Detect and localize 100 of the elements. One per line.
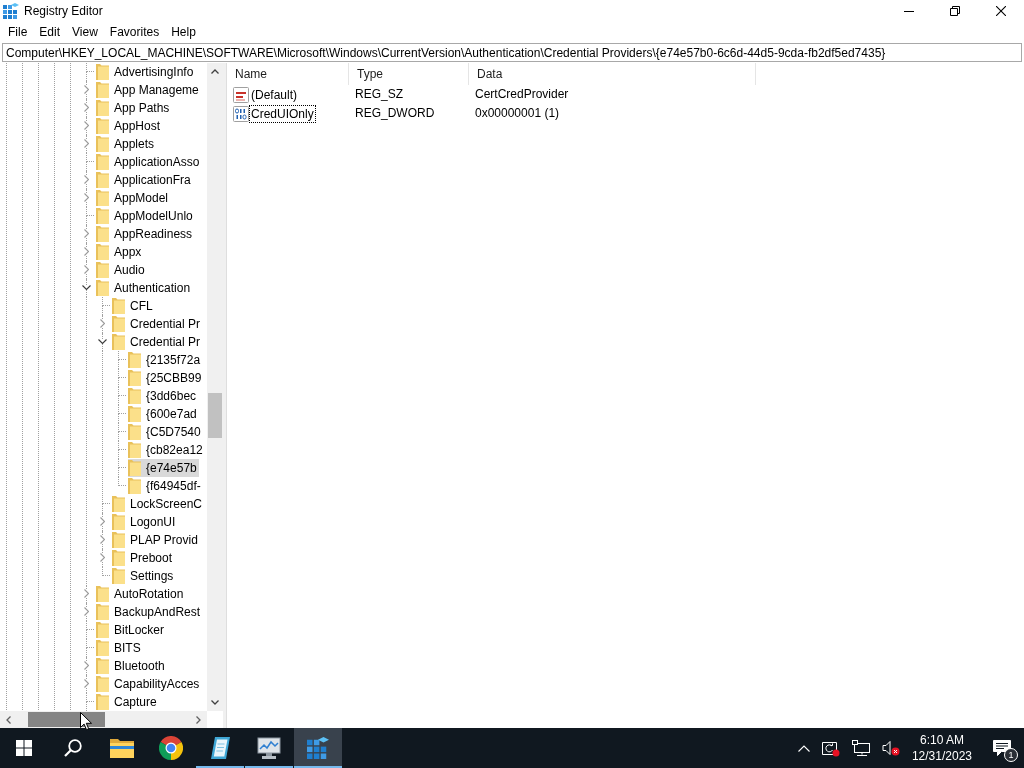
chevron-right-icon[interactable]: [83, 139, 89, 148]
folder-icon: [96, 82, 109, 98]
tree-item[interactable]: BITS: [96, 639, 143, 657]
chevron-right-icon[interactable]: [83, 103, 89, 112]
tree-item[interactable]: Credential Pr: [112, 333, 203, 351]
chevron-right-icon[interactable]: [83, 247, 89, 256]
scroll-down-icon[interactable]: [211, 700, 219, 705]
folder-icon: [110, 738, 134, 758]
chevron-right-icon[interactable]: [99, 553, 105, 562]
tree-item[interactable]: {f64945df-: [128, 477, 203, 495]
folder-icon: [112, 316, 125, 332]
tree-item[interactable]: LockScreenC: [112, 495, 205, 513]
tree-item[interactable]: PLAP Provid: [112, 531, 200, 549]
menu-item[interactable]: View: [66, 23, 104, 41]
tree-item[interactable]: {25CBB99: [128, 369, 204, 387]
folder-icon: [96, 622, 109, 638]
chevron-right-icon[interactable]: [99, 535, 105, 544]
chevron-down-icon[interactable]: [97, 339, 107, 344]
tree-item[interactable]: {2135f72a: [128, 351, 203, 369]
menu-item[interactable]: Help: [165, 23, 202, 41]
folder-icon: [96, 190, 109, 206]
binary-value-icon: [233, 105, 249, 122]
column-header[interactable]: Type: [349, 63, 469, 85]
scrollbar-thumb[interactable]: [208, 393, 222, 438]
chevron-right-icon[interactable]: [83, 679, 89, 688]
tree-item[interactable]: {3dd6bec: [128, 387, 199, 405]
chevron-right-icon[interactable]: [83, 175, 89, 184]
tree-item[interactable]: Preboot: [112, 549, 175, 567]
string-value-icon: [233, 86, 249, 103]
folder-icon: [128, 478, 141, 494]
speaker-muted-icon[interactable]: [881, 740, 900, 756]
tree-item[interactable]: {600e7ad: [128, 405, 199, 423]
status-alert-icon[interactable]: [821, 739, 840, 757]
chevron-down-icon[interactable]: [81, 285, 91, 290]
menu-item[interactable]: File: [2, 23, 34, 41]
clock-time[interactable]: 6:10 AM: [919, 732, 964, 748]
value-name[interactable]: (Default): [250, 86, 298, 103]
tree-item[interactable]: ApplicationFra: [96, 171, 193, 189]
scroll-left-icon[interactable]: [6, 715, 11, 724]
tree-item[interactable]: LogonUI: [112, 513, 178, 531]
folder-icon: [128, 406, 141, 422]
tree-item[interactable]: Settings: [112, 567, 176, 585]
folder-icon: [128, 424, 141, 440]
chevron-right-icon[interactable]: [83, 661, 89, 670]
tree-item[interactable]: AppModel: [96, 189, 171, 207]
tree-item[interactable]: App Manageme: [96, 81, 201, 99]
folder-icon: [96, 118, 109, 134]
folder-icon: [96, 640, 109, 656]
start-icon: [16, 740, 32, 756]
menu-item[interactable]: Favorites: [103, 23, 166, 41]
column-header[interactable]: Data: [469, 63, 756, 85]
vertical-scrollbar[interactable]: [207, 63, 223, 711]
network-icon[interactable]: [851, 740, 870, 756]
folder-icon: [128, 352, 141, 368]
tree-item[interactable]: AppReadiness: [96, 225, 195, 243]
chevron-right-icon[interactable]: [83, 121, 89, 130]
chevron-up-icon[interactable]: [797, 744, 810, 752]
tree-item[interactable]: Appx: [96, 243, 144, 261]
menu-item[interactable]: Edit: [33, 23, 67, 41]
tree-item[interactable]: AppModelUnlo: [96, 207, 195, 225]
clock-date[interactable]: 12/31/2023: [911, 748, 972, 764]
tree-item[interactable]: BitLocker: [96, 621, 167, 639]
folder-icon: [112, 496, 125, 512]
tree-item[interactable]: CFL: [112, 297, 155, 315]
tree-item[interactable]: AutoRotation: [96, 585, 186, 603]
scrollbar-thumb[interactable]: [28, 712, 105, 727]
folder-icon: [96, 604, 109, 620]
mouse-pointer-icon: [80, 712, 92, 731]
chevron-right-icon[interactable]: [83, 607, 89, 616]
tree-item[interactable]: AppHost: [96, 117, 163, 135]
tree-item[interactable]: Credential Pr: [112, 315, 203, 333]
tree-item[interactable]: {e74e57b: [128, 459, 199, 477]
folder-icon: [128, 388, 141, 404]
scroll-right-icon[interactable]: [196, 715, 201, 724]
tree-item[interactable]: {cb82ea12: [128, 441, 205, 459]
tree-item[interactable]: App Paths: [96, 99, 172, 117]
chevron-right-icon[interactable]: [83, 265, 89, 274]
folder-icon: [112, 550, 125, 566]
tree-item[interactable]: BackupAndRest: [96, 603, 203, 621]
folder-icon: [96, 280, 109, 296]
value-name[interactable]: CredUIOnly: [250, 105, 315, 122]
tree-item[interactable]: Applets: [96, 135, 157, 153]
chevron-right-icon[interactable]: [83, 193, 89, 202]
tree-item[interactable]: Authentication: [96, 279, 193, 297]
scroll-up-icon[interactable]: [211, 69, 219, 74]
chevron-right-icon[interactable]: [83, 589, 89, 598]
chevron-right-icon[interactable]: [83, 85, 89, 94]
column-header[interactable]: Name: [227, 63, 349, 85]
horizontal-scrollbar[interactable]: [0, 711, 207, 728]
address-field[interactable]: Computer\HKEY_LOCAL_MACHINE\SOFTWARE\Microsoft\Windows\CurrentVersion\Authentication\Credential Providers\{e74e57b0-6c6d-44d5-9cda-fb2df5ed7435}: [2, 43, 1022, 62]
chevron-right-icon[interactable]: [99, 517, 105, 526]
tree-item[interactable]: Audio: [96, 261, 147, 279]
chevron-right-icon[interactable]: [83, 229, 89, 238]
tree-item[interactable]: ApplicationAsso: [96, 153, 202, 171]
tree-item[interactable]: {C5D7540: [128, 423, 203, 441]
tree-item[interactable]: Capture: [96, 693, 159, 711]
tree-item[interactable]: Bluetooth: [96, 657, 167, 675]
tree-item[interactable]: CapabilityAcces: [96, 675, 202, 693]
chevron-right-icon[interactable]: [99, 319, 105, 328]
tree-item[interactable]: AdvertisingInfo: [96, 63, 196, 81]
